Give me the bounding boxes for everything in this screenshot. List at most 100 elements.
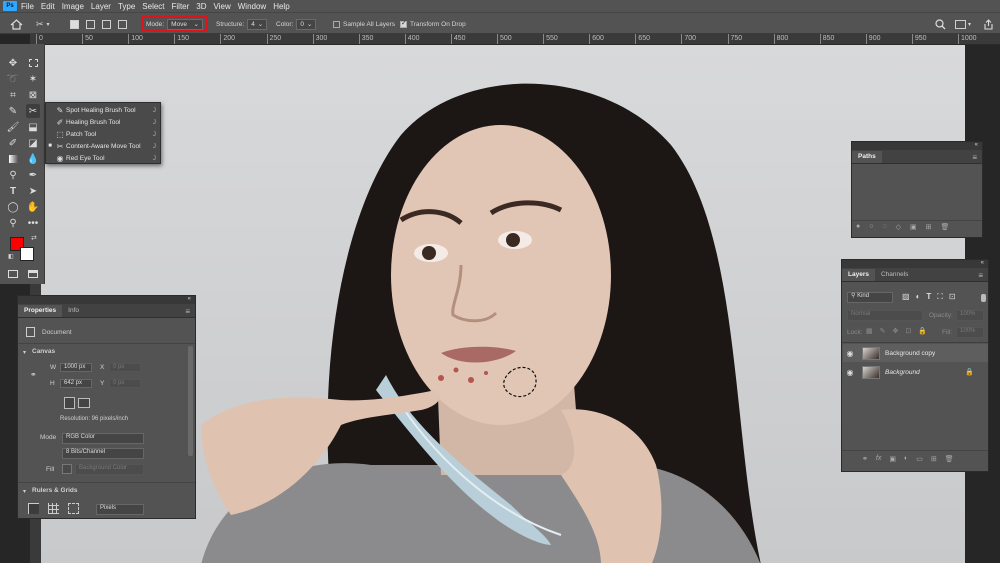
menu-window[interactable]: Window: [238, 2, 266, 11]
menu-file[interactable]: File: [21, 2, 34, 11]
tab-paths[interactable]: Paths: [852, 151, 882, 163]
height-field[interactable]: 642 px: [60, 379, 92, 388]
ruler-toggle-icon[interactable]: [28, 503, 39, 514]
quick-mask-icon[interactable]: [6, 267, 20, 281]
tab-channels[interactable]: Channels: [875, 269, 914, 281]
lasso-tool-icon[interactable]: ➰: [6, 72, 20, 86]
opacity-field[interactable]: 100%: [956, 310, 984, 321]
healing-tool-icon[interactable]: ✂: [26, 104, 40, 118]
lock-transparency-icon[interactable]: ▦: [866, 327, 873, 335]
fill-swatch[interactable]: [62, 464, 72, 474]
blend-mode-select[interactable]: Normal: [847, 310, 923, 321]
link-layers-icon[interactable]: ⚭: [862, 455, 868, 463]
default-colors-icon[interactable]: ◧: [8, 253, 14, 260]
screen-mode-icon[interactable]: [26, 267, 40, 281]
marquee-tool-icon[interactable]: [26, 56, 40, 70]
panel-menu-icon[interactable]: ≡: [972, 153, 977, 162]
dodge-tool-icon[interactable]: ⚲: [6, 168, 20, 182]
delete-layer-icon[interactable]: 🗑: [945, 455, 954, 463]
move-tool-icon[interactable]: ✥: [6, 56, 20, 70]
new-selection-icon[interactable]: [70, 17, 79, 31]
panel-menu-icon[interactable]: ≡: [185, 307, 190, 316]
layer-row[interactable]: ◉ Background 🔒: [843, 363, 988, 381]
structure-input[interactable]: 4 ⌄: [247, 18, 268, 30]
color-mode-select[interactable]: RGB Color: [62, 433, 144, 444]
fill-select[interactable]: Background Color: [75, 464, 144, 475]
visibility-eye-icon[interactable]: ◉: [843, 349, 857, 358]
add-mask-icon[interactable]: ▣: [910, 223, 917, 231]
menu-edit[interactable]: Edit: [41, 2, 55, 11]
link-icon[interactable]: ⚭: [30, 370, 37, 379]
type-filter-icon[interactable]: T: [926, 292, 931, 302]
workspace-icon[interactable]: ▾: [955, 17, 971, 31]
lock-artboard-icon[interactable]: ⊡: [905, 327, 911, 335]
sample-all-layers-checkbox[interactable]: Sample All Layers: [333, 17, 395, 31]
lock-all-icon[interactable]: 🔒: [918, 327, 927, 335]
zoom-tool-icon[interactable]: ⚲: [6, 216, 20, 230]
properties-scrollbar[interactable]: [188, 346, 193, 456]
flyout-item-red-eye[interactable]: ◉ Red Eye Tool J: [46, 152, 162, 164]
menu-type[interactable]: Type: [118, 2, 135, 11]
eyedropper-tool-icon[interactable]: ✎: [6, 104, 20, 118]
collapse-icon[interactable]: «: [975, 142, 978, 148]
shape-filter-icon[interactable]: ⛶: [937, 292, 943, 302]
chevron-down-icon[interactable]: ▾: [23, 488, 26, 495]
lock-position-icon[interactable]: ✥: [893, 327, 899, 335]
menu-3d[interactable]: 3D: [196, 2, 206, 11]
pen-tool-icon[interactable]: ✒: [26, 168, 40, 182]
gradient-tool-icon[interactable]: [6, 152, 20, 166]
tab-info[interactable]: Info: [62, 305, 85, 317]
flyout-item-content-aware-move[interactable]: ■ ✂ Content-Aware Move Tool J: [46, 140, 162, 152]
menu-layer[interactable]: Layer: [91, 2, 111, 11]
visibility-eye-icon[interactable]: ◉: [843, 368, 857, 377]
adjustment-layer-icon[interactable]: ◐: [904, 455, 908, 463]
menu-image[interactable]: Image: [62, 2, 84, 11]
fill-field[interactable]: 100%: [956, 327, 984, 338]
app-logo[interactable]: Ps: [3, 1, 17, 11]
make-path-icon[interactable]: ◇: [896, 223, 901, 231]
group-icon[interactable]: ▭: [916, 455, 923, 463]
hand-tool-icon[interactable]: ✋: [26, 200, 40, 214]
path-selection-icon[interactable]: ➤: [26, 184, 40, 198]
layer-filter-select[interactable]: ⚲ Kind: [847, 292, 893, 303]
search-icon[interactable]: [935, 17, 946, 31]
smart-object-filter-icon[interactable]: ⊡: [949, 292, 956, 302]
swap-colors-icon[interactable]: ⇄: [31, 234, 37, 242]
width-field[interactable]: 1000 px: [60, 363, 92, 372]
tab-properties[interactable]: Properties: [18, 305, 63, 317]
tab-layers[interactable]: Layers: [842, 269, 875, 281]
home-icon[interactable]: [10, 17, 23, 31]
grid-icon[interactable]: [48, 503, 59, 514]
filter-toggle[interactable]: [981, 294, 986, 302]
subtract-selection-icon[interactable]: [102, 17, 111, 31]
x-field[interactable]: 0 px: [109, 363, 141, 372]
y-field[interactable]: 0 px: [109, 379, 141, 388]
layer-row[interactable]: ◉ Background copy: [843, 344, 988, 362]
menu-select[interactable]: Select: [142, 2, 164, 11]
eraser-tool-icon[interactable]: ◪: [26, 136, 40, 150]
magic-wand-tool-icon[interactable]: ✶: [26, 72, 40, 86]
guides-icon[interactable]: [68, 503, 79, 514]
add-to-selection-icon[interactable]: [86, 17, 95, 31]
collapse-icon[interactable]: «: [981, 260, 984, 266]
crop-tool-icon[interactable]: ⌗: [6, 88, 20, 102]
stroke-path-icon[interactable]: ○: [869, 223, 873, 231]
content-aware-move-tool-icon[interactable]: ✂ ▾: [36, 17, 50, 31]
units-select[interactable]: Pixels: [96, 504, 144, 515]
menu-filter[interactable]: Filter: [172, 2, 190, 11]
lock-pixels-icon[interactable]: ✎: [880, 327, 886, 335]
new-layer-icon[interactable]: ⊞: [931, 455, 937, 463]
layer-style-icon[interactable]: fx: [876, 455, 881, 463]
delete-path-icon[interactable]: 🗑: [941, 223, 950, 231]
bit-depth-select[interactable]: 8 Bits/Channel: [62, 448, 144, 459]
blur-tool-icon[interactable]: 💧: [26, 152, 40, 166]
adjustment-filter-icon[interactable]: ◐: [916, 292, 921, 302]
share-icon[interactable]: [983, 17, 994, 31]
background-color-swatch[interactable]: [20, 247, 34, 261]
flyout-item-spot-healing-brush[interactable]: ✎ Spot Healing Brush Tool J: [46, 104, 162, 116]
new-path-icon[interactable]: ⊞: [926, 223, 932, 231]
color-input[interactable]: 0 ⌄: [296, 18, 317, 30]
menu-help[interactable]: Help: [273, 2, 289, 11]
brush-tool-icon[interactable]: 🖌: [6, 120, 20, 134]
intersect-selection-icon[interactable]: [118, 17, 127, 31]
